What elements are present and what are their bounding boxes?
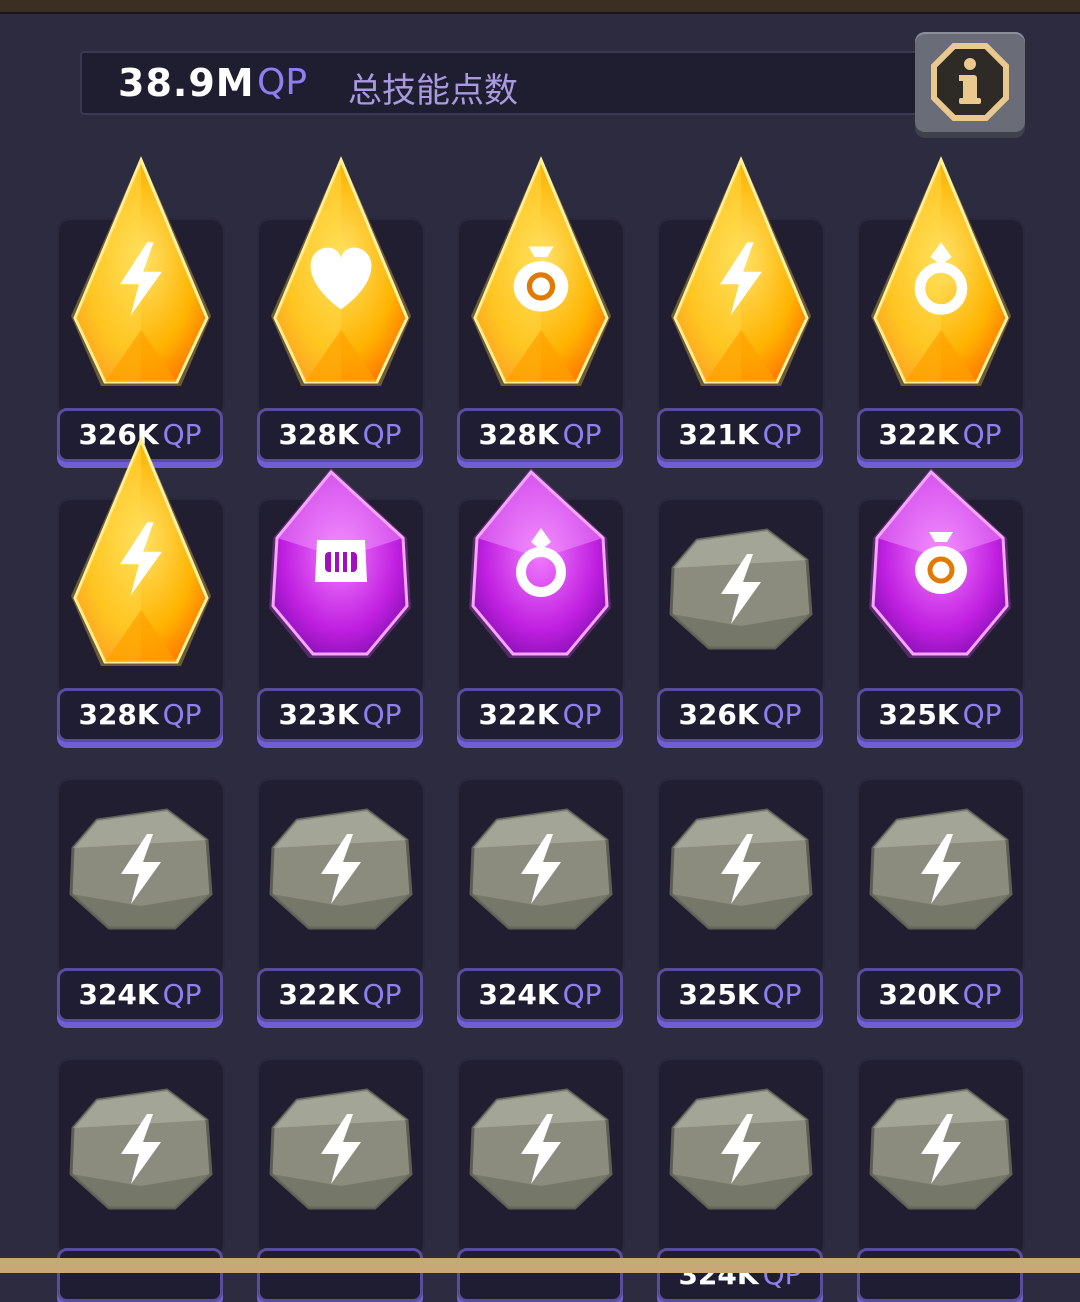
cost-value: 322K [478, 698, 559, 731]
cost-unit: QP [762, 698, 802, 731]
total-qp-value: 38.9M [118, 61, 255, 105]
gold-crystal-gem [671, 156, 811, 386]
gold-crystal-gem [71, 436, 211, 666]
stone-gem [869, 1088, 1013, 1210]
purple-crystal-gem [269, 468, 411, 658]
cost-unit: QP [362, 698, 402, 731]
cost-value: 324K [478, 978, 559, 1011]
skill-slot[interactable]: 322K QP [257, 778, 425, 1022]
cost-unit: QP [162, 418, 202, 451]
cost-value: 321K [678, 418, 759, 451]
cost-unit: QP [762, 978, 802, 1011]
cost-unit: QP [962, 418, 1002, 451]
stone-gem [69, 808, 213, 930]
skill-slot[interactable]: 321K QP [657, 156, 825, 462]
stone-gem [669, 808, 813, 930]
bottom-nav-edge [0, 1258, 1080, 1273]
skill-slot[interactable]: 324K QP [457, 778, 625, 1022]
skill-slot[interactable]: 326K QP [57, 156, 225, 462]
cost-unit: QP [562, 698, 602, 731]
cost-value: 326K [78, 418, 159, 451]
stone-gem [869, 808, 1013, 930]
cost-unit: QP [962, 978, 1002, 1011]
stone-gem [469, 808, 613, 930]
cost-unit: QP [362, 418, 402, 451]
cost-value: 325K [678, 978, 759, 1011]
cost-value: 322K [878, 418, 959, 451]
cost-value: 322K [278, 978, 359, 1011]
skill-slot[interactable]: 322K QP [857, 156, 1025, 462]
gold-crystal-gem [471, 156, 611, 386]
skill-slot[interactable]: 328K QP [257, 156, 425, 462]
gold-crystal-gem [871, 156, 1011, 386]
purple-crystal-gem [469, 468, 611, 658]
total-skill-points-label: 总技能点数 [348, 71, 518, 111]
cost-value: 324K [78, 978, 159, 1011]
stone-gem [69, 1088, 213, 1210]
stone-gem [669, 528, 813, 650]
stone-gem [269, 808, 413, 930]
top-frame-edge [0, 0, 1080, 14]
info-icon [931, 43, 1009, 121]
gold-crystal-gem [271, 156, 411, 386]
total-skill-points-bar: 38.9M QP 总技能点数 [80, 51, 940, 115]
cost-value: 328K [78, 698, 159, 731]
info-button[interactable] [915, 32, 1025, 132]
skill-slot[interactable]: 325K QP [657, 778, 825, 1022]
cost-value: 325K [878, 698, 959, 731]
skill-slot[interactable]: 323K QP [257, 468, 425, 742]
cost-unit: QP [962, 698, 1002, 731]
skill-slot[interactable]: 322K QP [457, 468, 625, 742]
stone-gem [669, 1088, 813, 1210]
stone-gem [469, 1088, 613, 1210]
skill-slot[interactable]: 325K QP [857, 468, 1025, 742]
cost-value: 323K [278, 698, 359, 731]
skill-slot[interactable]: 328K QP [457, 156, 625, 462]
cost-unit: QP [362, 978, 402, 1011]
gold-crystal-gem [71, 156, 211, 386]
skill-slot[interactable]: 326K QP [657, 498, 825, 742]
skill-slot[interactable]: 328K QP [57, 436, 225, 742]
cost-value: 320K [878, 978, 959, 1011]
skill-slot[interactable]: 320K QP [857, 778, 1025, 1022]
cost-unit: QP [562, 978, 602, 1011]
cost-value: 328K [278, 418, 359, 451]
cost-unit: QP [562, 418, 602, 451]
purple-crystal-gem [869, 468, 1011, 658]
cost-value: 328K [478, 418, 559, 451]
cost-unit: QP [162, 978, 202, 1011]
skill-slot[interactable]: 324K QP [57, 778, 225, 1022]
total-qp-unit: QP [257, 62, 308, 103]
stone-gem [269, 1088, 413, 1210]
cost-value: 326K [678, 698, 759, 731]
cost-unit: QP [162, 698, 202, 731]
cost-unit: QP [762, 418, 802, 451]
